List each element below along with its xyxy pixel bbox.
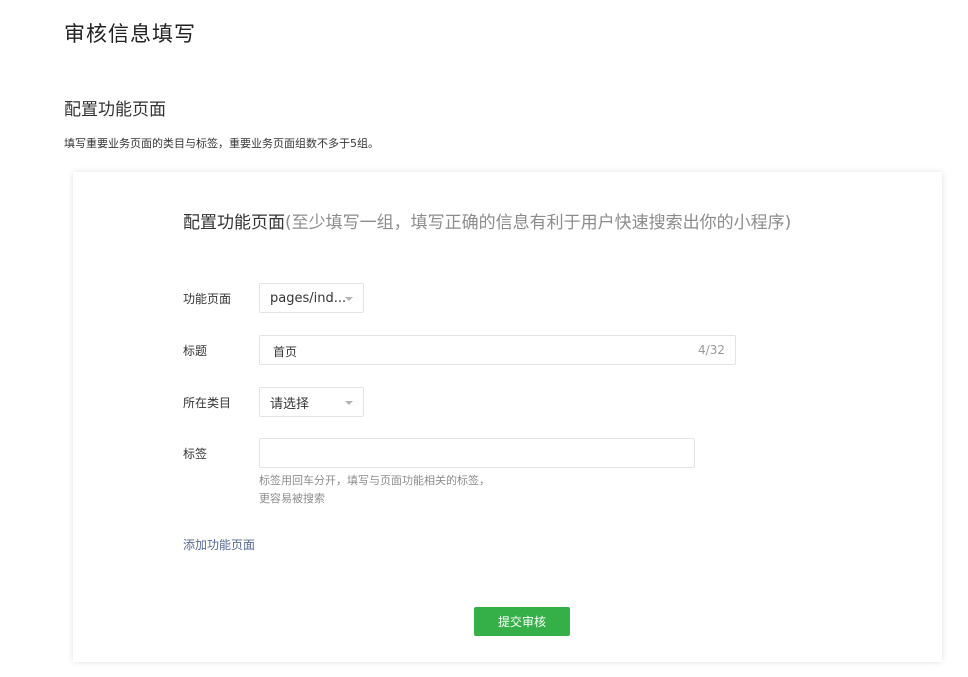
tags-tip-line: 更容易被搜索: [259, 492, 325, 505]
title-char-counter: 4/32: [698, 343, 725, 357]
tags-field-label: 标签: [183, 447, 208, 461]
section-description: 填写重要业务页面的类目与标签，重要业务页面组数不多于5组。: [64, 137, 379, 150]
card-title: 配置功能页面(至少填写一组，填写正确的信息有利于用户快速搜索出你的小程序): [183, 208, 791, 233]
title-input[interactable]: 首页 4/32: [259, 335, 736, 365]
chevron-down-icon: [345, 401, 353, 405]
page-select-label: 功能页面: [183, 292, 232, 306]
title-field-label: 标题: [183, 344, 208, 358]
tags-tip-line: 标签用回车分开，填写与页面功能相关的标签，: [259, 474, 490, 487]
function-page-card: 配置功能页面(至少填写一组，填写正确的信息有利于用户快速搜索出你的小程序) 功能…: [73, 172, 942, 662]
tags-input[interactable]: [259, 438, 695, 468]
category-select[interactable]: 请选择: [259, 387, 364, 417]
category-select-value: 请选择: [270, 396, 310, 412]
page-title: 审核信息填写: [64, 22, 196, 46]
add-function-page-link[interactable]: 添加功能页面: [183, 536, 255, 553]
audit-info-page: 审核信息填写 配置功能页面 填写重要业务页面的类目与标签，重要业务页面组数不多于…: [0, 0, 968, 677]
page-select[interactable]: pages/ind...: [259, 283, 364, 313]
page-select-value: pages/ind...: [270, 290, 347, 306]
category-select-label: 所在类目: [183, 396, 232, 410]
card-title-hint: (至少填写一组，填写正确的信息有利于用户快速搜索出你的小程序): [285, 213, 792, 233]
title-input-value: 首页: [273, 345, 298, 359]
submit-review-button[interactable]: 提交审核: [474, 607, 570, 636]
section-title: 配置功能页面: [64, 100, 166, 120]
chevron-down-icon: [345, 297, 353, 301]
card-title-main: 配置功能页面: [183, 213, 285, 233]
tags-tip: 标签用回车分开，填写与页面功能相关的标签， 更容易被搜索: [259, 472, 490, 508]
